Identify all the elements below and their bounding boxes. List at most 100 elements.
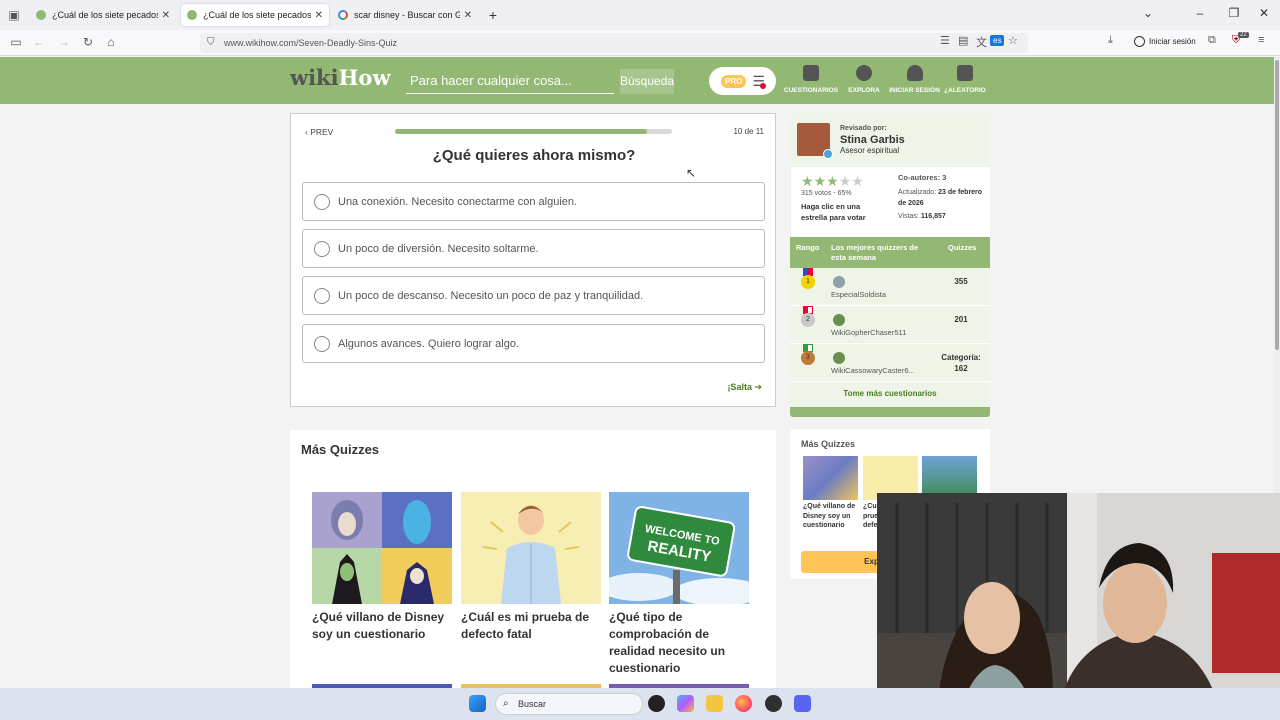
url-bar[interactable]: ⛉ www.wikihow.com/Seven-Deadly-Sins-Quiz [200, 33, 1028, 53]
notification-dot [760, 83, 766, 89]
translate-language-badge[interactable]: es [990, 35, 1005, 46]
leaderboard-user[interactable]: WikiCassowaryCaster6... [831, 366, 926, 375]
leaderboard-user[interactable]: WikiGopherChaser511 [831, 328, 926, 337]
user-avatar[interactable] [833, 352, 845, 364]
reviewer-role: Asesor espiritual [840, 146, 900, 155]
site-info-icon[interactable]: ⛉ [207, 37, 215, 48]
app-icon[interactable] [648, 695, 665, 712]
radio-button[interactable] [314, 241, 330, 257]
answer-option[interactable]: Una conexión. Necesito conectarme con al… [302, 182, 765, 221]
updated-text: Actualizado: 23 de febrero de 2026 [898, 187, 983, 209]
disney-villain-thumbnail[interactable] [803, 456, 858, 500]
new-tab-button[interactable]: + [483, 7, 503, 23]
sidebar-quiz-caption[interactable]: ¿Cu prue defe [863, 502, 877, 531]
answer-option[interactable]: Un poco de descanso. Necesito un poco de… [302, 276, 765, 315]
firefox-icon[interactable] [735, 695, 752, 712]
user-avatar[interactable] [833, 276, 845, 288]
nav-explore[interactable]: EXPLORA [846, 63, 882, 94]
bookmark-star-icon[interactable]: ☆ [1008, 34, 1018, 47]
user-avatar[interactable] [833, 314, 845, 326]
star-icon[interactable]: ★ [839, 173, 852, 189]
extensions-icon[interactable]: ⧉ [1208, 34, 1216, 47]
maximize-icon[interactable]: ❐ [1224, 6, 1244, 20]
bronze-medal-icon: 3 [801, 351, 815, 365]
discord-icon[interactable] [794, 695, 811, 712]
extension-count-badge: 22 [1238, 32, 1249, 38]
forward-icon[interactable]: → [56, 35, 72, 49]
nav-login[interactable]: INICIAR SESIÓN [887, 63, 942, 94]
leaderboard-user[interactable]: EspecialSoldista [831, 290, 926, 299]
downloads-icon[interactable]: ⤓ [1108, 34, 1113, 47]
more-quizzes-link[interactable]: Tome más cuestionarios [790, 389, 990, 398]
sign-in-button[interactable]: Iniciar sesión [1134, 36, 1196, 47]
answer-option[interactable]: Un poco de diversión. Necesito soltarme. [302, 229, 765, 268]
reviewer-name[interactable]: Stina Garbis [840, 134, 905, 146]
star-icon[interactable]: ★ [851, 173, 864, 189]
obs-icon[interactable] [765, 695, 782, 712]
coauthors-text: Co-autores: 3 [898, 173, 947, 182]
quiz-caption[interactable]: ¿Cuál es mi prueba de defecto fatal [461, 609, 601, 643]
page-scrollbar-thumb[interactable] [1275, 60, 1279, 350]
browser-tab-1[interactable]: ¿Cuál de los siete pecados capi ✕ [30, 4, 176, 26]
sidebar-toggle-icon[interactable]: ▭ [8, 35, 24, 49]
minimize-icon[interactable]: – [1190, 6, 1210, 20]
fatal-flaw-image[interactable] [461, 492, 601, 604]
nav-label: EXPLORA [848, 87, 880, 94]
taskbar-search[interactable]: ⌕ Buscar [495, 693, 643, 715]
reload-icon[interactable]: ↻ [80, 35, 96, 49]
browser-tab-2[interactable]: ¿Cuál de los siete pecados capi ✕ [181, 4, 329, 26]
windows-start-icon[interactable] [469, 695, 486, 712]
search-input[interactable]: Para hacer cualquier cosa... [406, 69, 614, 94]
quiz-caption[interactable]: ¿Qué tipo de comprobación de realidad ne… [609, 609, 749, 677]
back-icon[interactable]: ← [31, 35, 47, 49]
file-explorer-icon[interactable] [706, 695, 723, 712]
dice-icon [957, 65, 973, 81]
browser-tab-3[interactable]: scar disney - Buscar con Google ✕ [332, 4, 478, 26]
quiz-caption[interactable]: ¿Qué villano de Disney soy un cuestionar… [312, 609, 452, 643]
leaderboard: Rango Los mejores quizzers de esta seman… [790, 237, 990, 417]
pro-menu-button[interactable]: PRO ☰ [709, 67, 776, 95]
tab-overflow-chevron-icon[interactable]: ⌄ [1138, 6, 1158, 20]
quiz-card: ‹ PREV 10 de 11 ¿Qué quieres ahora mismo… [290, 113, 776, 407]
sidebar-quiz-caption[interactable]: ¿Qué villano de Disney soy un cuestionar… [803, 502, 858, 531]
quiz-question: ¿Qué quieres ahora mismo? [432, 147, 636, 164]
nav-quizzes[interactable]: CUESTIONARIOS [783, 63, 839, 94]
search-button[interactable]: Búsqueda [620, 69, 674, 94]
star-icon[interactable]: ★ [814, 173, 827, 189]
tab-list-icon[interactable]: ▣ [6, 8, 22, 22]
close-icon[interactable]: ✕ [162, 10, 170, 21]
menu-icon[interactable]: ≡ [1258, 34, 1264, 46]
translate-icon[interactable]: 文 [976, 34, 987, 50]
wikihow-logo[interactable]: wikiHow [290, 65, 391, 90]
quiz-cards-icon [803, 65, 819, 81]
silver-medal-icon: 2 [801, 313, 815, 327]
leaderboard-footer-bar [790, 407, 990, 417]
skip-button[interactable]: ¡Salta ➔ [727, 382, 762, 393]
answer-text: Una conexión. Necesito conectarme con al… [338, 195, 578, 208]
close-icon[interactable]: ✕ [315, 10, 323, 21]
reality-check-image[interactable]: WELCOME TO REALITY [609, 492, 749, 604]
quiz-progress-bar [395, 129, 672, 134]
answer-option[interactable]: Algunos avances. Quiero lograr algo. [302, 324, 765, 363]
disney-villain-image[interactable] [312, 492, 452, 604]
rating-stars[interactable]: ★★★★★ [801, 173, 864, 190]
nav-random[interactable]: ¿ALEATORIO [943, 63, 987, 94]
prev-button[interactable]: ‹ PREV [305, 127, 333, 137]
close-window-icon[interactable]: ✕ [1254, 6, 1274, 20]
votes-text: 315 votos - 65% [801, 190, 852, 197]
radio-button[interactable] [314, 288, 330, 304]
copilot-icon[interactable] [677, 695, 694, 712]
answer-text: Algunos avances. Quiero lograr algo. [338, 337, 519, 350]
close-icon[interactable]: ✕ [464, 10, 472, 21]
reviewer-avatar[interactable] [797, 123, 833, 159]
home-icon[interactable]: ⌂ [103, 35, 119, 49]
reader-view-icon[interactable]: ☰ [940, 34, 950, 47]
radio-button[interactable] [314, 194, 330, 210]
star-icon[interactable]: ★ [826, 173, 839, 189]
star-icon[interactable]: ★ [801, 173, 814, 189]
score-column-header: Quizzes [948, 243, 977, 252]
logo-wiki: wiki [290, 65, 339, 90]
radio-button[interactable] [314, 336, 330, 352]
leaderboard-header: Rango Los mejores quizzers de esta seman… [790, 237, 990, 268]
screenshot-icon[interactable]: ▤ [958, 34, 968, 47]
